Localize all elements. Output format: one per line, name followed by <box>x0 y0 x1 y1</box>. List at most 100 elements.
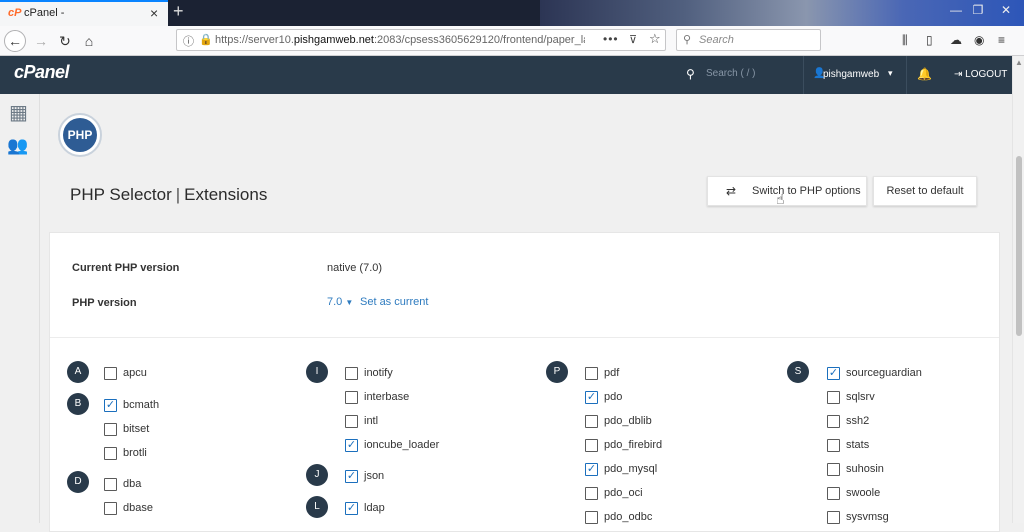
extension-checkbox[interactable] <box>104 447 117 460</box>
browser-tab-strip: cP cPanel - × + — ❐ ✕ <box>0 0 1024 26</box>
site-info-icon[interactable]: ⓘ <box>183 33 194 49</box>
pocket-icon[interactable]: ⊽ <box>629 33 637 46</box>
extension-label: pdo_oci <box>604 487 643 499</box>
tab-close-icon[interactable]: × <box>150 5 158 21</box>
extension-label: sysvmsg <box>846 511 889 523</box>
restore-icon[interactable]: ❐ <box>966 1 990 19</box>
url-text[interactable]: https://server10.pishgamweb.net:2083/cps… <box>215 34 585 46</box>
extension-checkbox[interactable] <box>345 391 358 404</box>
extension-checkbox[interactable] <box>827 463 840 476</box>
php-logo: PHP <box>58 113 102 157</box>
extension-label: inotify <box>364 367 393 379</box>
back-arrow-icon[interactable]: ← <box>4 30 26 52</box>
search-icon[interactable]: ⚲ <box>686 67 695 81</box>
extension-checkbox[interactable]: ✓ <box>345 470 358 483</box>
reset-to-default-button[interactable]: Reset to default <box>873 176 977 206</box>
sidebar-toggle-icon[interactable]: ▯ <box>926 33 933 47</box>
set-as-current-link[interactable]: Set as current <box>360 296 428 308</box>
scroll-up-icon[interactable]: ▲ <box>1015 58 1023 67</box>
extension-label: pdo_odbc <box>604 511 653 523</box>
php-version-label: PHP version <box>72 297 137 309</box>
extension-checkbox[interactable] <box>104 367 117 380</box>
extension-checkbox[interactable] <box>104 423 117 436</box>
extension-checkbox[interactable]: ✓ <box>345 502 358 515</box>
users-icon[interactable]: 👥 <box>7 136 28 156</box>
cpanel-search-input[interactable]: Search ( / ) <box>706 68 755 79</box>
sync-icon[interactable]: ☁ <box>950 33 962 47</box>
extension-checkbox[interactable] <box>104 478 117 491</box>
extension-label: brotli <box>123 447 147 459</box>
extension-label: bcmath <box>123 399 160 411</box>
user-menu[interactable]: 👤 pishgamweb ▾ <box>803 56 907 94</box>
window-close-icon[interactable]: ✕ <box>994 1 1018 19</box>
extension-label: dba <box>123 478 142 490</box>
new-tab-button[interactable]: + <box>173 1 184 22</box>
menu-icon[interactable]: ≡ <box>998 33 1005 47</box>
logout-label: LOGOUT <box>965 69 1008 80</box>
bookmark-star-icon[interactable]: ☆ <box>649 31 661 47</box>
scrollbar-thumb[interactable] <box>1016 156 1022 336</box>
browser-tab[interactable]: cP cPanel - × <box>0 0 168 26</box>
extension-checkbox[interactable] <box>827 415 840 428</box>
current-php-version-value: native (7.0) <box>327 262 383 274</box>
cpanel-logo[interactable]: cPanel <box>14 62 70 83</box>
php-version-select[interactable]: 7.0 ▼ <box>327 296 353 308</box>
extension-label: interbase <box>364 391 410 403</box>
switch-to-php-options-button[interactable]: ⇄ Switch to PHP options <box>707 176 867 206</box>
title-separator: | <box>175 185 181 204</box>
extension-checkbox[interactable] <box>827 439 840 452</box>
extension-label: stats <box>846 439 870 451</box>
extension-checkbox[interactable] <box>345 415 358 428</box>
extension-checkbox[interactable]: ✓ <box>827 367 840 380</box>
extension-checkbox[interactable]: ✓ <box>585 391 598 404</box>
extension-label: apcu <box>123 367 147 379</box>
extension-checkbox[interactable] <box>585 511 598 524</box>
cpanel-favicon-icon: cP <box>8 7 22 19</box>
chevron-down-icon: ▼ <box>345 298 354 307</box>
logout-icon: ⇥ <box>954 69 966 80</box>
lock-icon: 🔒 <box>199 34 213 46</box>
extension-label: intl <box>364 415 379 427</box>
letter-badge-i: I <box>306 361 328 383</box>
extension-checkbox[interactable] <box>585 487 598 500</box>
letter-badge-j: J <box>306 464 328 486</box>
extension-checkbox[interactable] <box>104 502 117 515</box>
extension-checkbox[interactable] <box>827 511 840 524</box>
url-bar[interactable]: ⓘ 🔒 https://server10.pishgamweb.net:2083… <box>176 29 666 51</box>
extension-label: pdo_firebird <box>604 439 663 451</box>
extension-label: ssh2 <box>846 415 870 427</box>
bell-icon[interactable]: 🔔 <box>917 67 932 81</box>
extension-label: pdo_mysql <box>604 463 658 475</box>
letter-badge-d: D <box>67 471 89 493</box>
extension-label: pdf <box>604 367 620 379</box>
forward-arrow-icon[interactable]: → <box>30 30 52 52</box>
reload-icon[interactable]: ↻ <box>54 30 76 52</box>
letter-badge-s: S <box>787 361 809 383</box>
extension-label: sourceguardian <box>846 367 922 379</box>
grid-icon[interactable]: ▦ <box>9 100 28 125</box>
extension-checkbox[interactable]: ✓ <box>585 463 598 476</box>
cpanel-header: cPanel ⚲ Search ( / ) 👤 pishgamweb ▾ 🔔 ⇥… <box>0 56 1012 94</box>
browser-search-input[interactable]: ⚲ Search <box>676 29 821 51</box>
extension-label: bitset <box>123 423 150 435</box>
extension-checkbox[interactable] <box>585 439 598 452</box>
extension-label: dbase <box>123 502 153 514</box>
page-actions-icon[interactable]: ••• <box>603 32 619 46</box>
home-icon[interactable]: ⌂ <box>78 30 100 52</box>
extension-label: suhosin <box>846 463 884 475</box>
scrollbar[interactable]: ▲ <box>1012 56 1024 523</box>
extension-checkbox[interactable] <box>345 367 358 380</box>
extension-checkbox[interactable] <box>827 391 840 404</box>
logout-button[interactable]: ⇥ LOGOUT <box>954 69 1007 80</box>
letter-badge-l: L <box>306 496 328 518</box>
extension-checkbox[interactable] <box>585 367 598 380</box>
extension-checkbox[interactable]: ✓ <box>104 399 117 412</box>
extension-label: pdo <box>604 391 623 403</box>
extension-checkbox[interactable] <box>585 415 598 428</box>
minimize-icon[interactable]: — <box>944 1 968 19</box>
extensions-panel: Current PHP version native (7.0) PHP ver… <box>49 232 1000 532</box>
account-icon[interactable]: ◉ <box>974 33 984 47</box>
extension-checkbox[interactable] <box>827 487 840 500</box>
library-icon[interactable]: ⫼ <box>902 33 908 48</box>
extension-checkbox[interactable]: ✓ <box>345 439 358 452</box>
